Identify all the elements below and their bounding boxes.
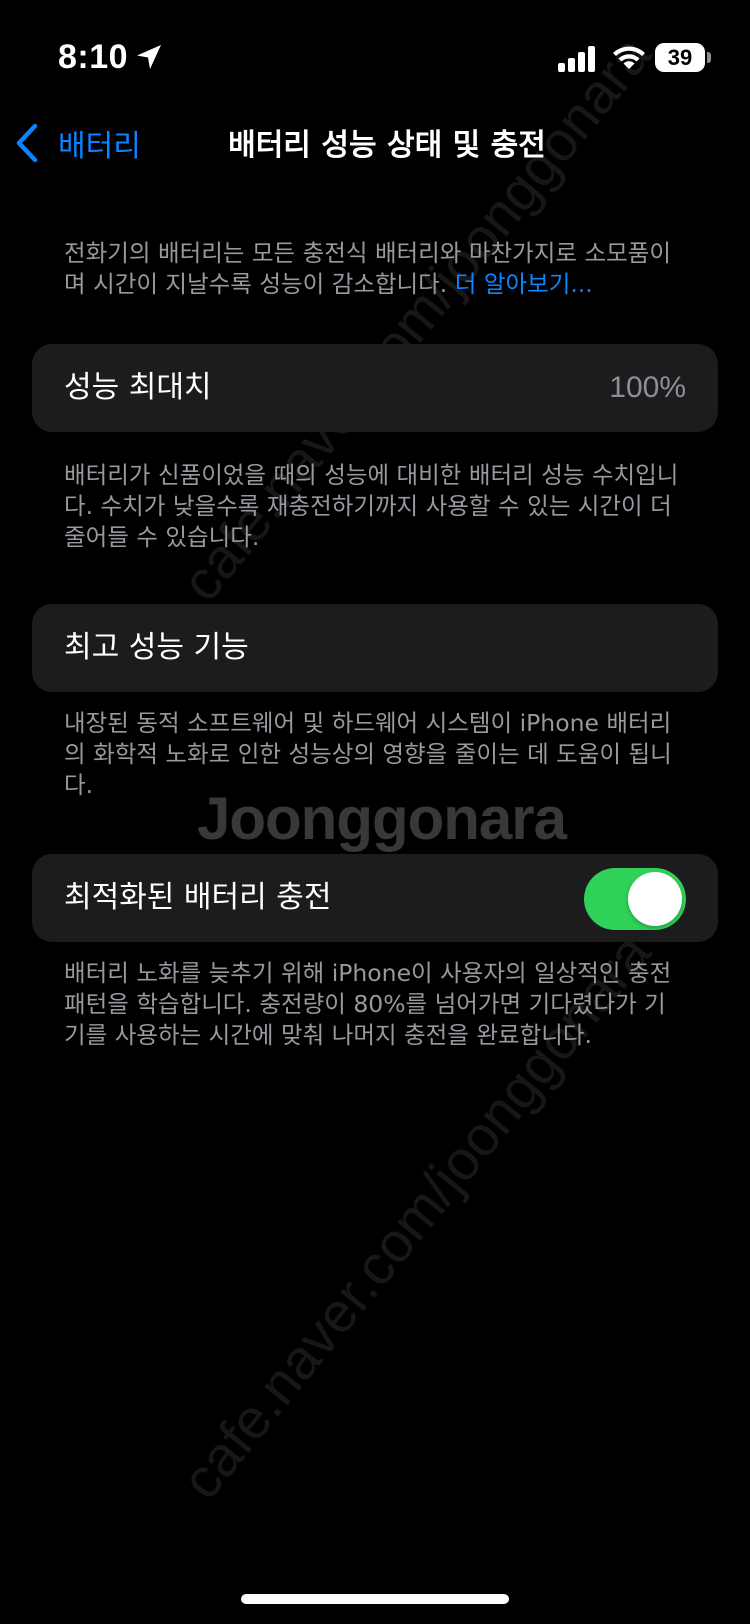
peak-performance-row: 최고 성능 기능 (32, 604, 718, 692)
page-title: 배터리 성능 상태 및 충전 (228, 128, 546, 163)
home-indicator[interactable] (241, 1594, 509, 1604)
max-capacity-row: 성능 최대치 100% (32, 344, 718, 432)
max-capacity-footer: 배터리가 신품이었을 때의 성능에 대비한 배터리 성능 수치입니다. 수치가 … (64, 461, 679, 551)
toggle-knob (628, 872, 682, 926)
max-capacity-label: 성능 최대치 (64, 370, 212, 405)
optimized-charging-label: 최적화된 배터리 충전 (64, 880, 332, 915)
peak-performance-label: 최고 성능 기능 (64, 630, 249, 665)
wifi-icon (613, 46, 645, 69)
status-time: 8:10 (58, 38, 129, 76)
battery-icon: 39 (655, 43, 711, 72)
cellular-signal-icon (558, 46, 595, 72)
learn-more-link[interactable]: 더 알아보기... (455, 270, 593, 298)
intro-description: 전화기의 배터리는 모든 충전식 배터리와 마찬가지로 소모품이며 시간이 지날… (64, 238, 686, 300)
optimized-charging-toggle[interactable] (584, 868, 686, 930)
watermark-logo: Joonggonara (197, 785, 567, 852)
battery-level: 39 (667, 45, 693, 70)
optimized-charging-footer: 배터리 노화를 늦추기 위해 iPhone이 사용자의 일상적인 충전 패턴을 … (64, 959, 672, 1049)
location-arrow-icon (137, 45, 161, 69)
status-bar: 8:10 39 (0, 0, 750, 110)
max-capacity-value: 100% (609, 371, 686, 404)
optimized-charging-row: 최적화된 배터리 충전 (32, 854, 718, 942)
